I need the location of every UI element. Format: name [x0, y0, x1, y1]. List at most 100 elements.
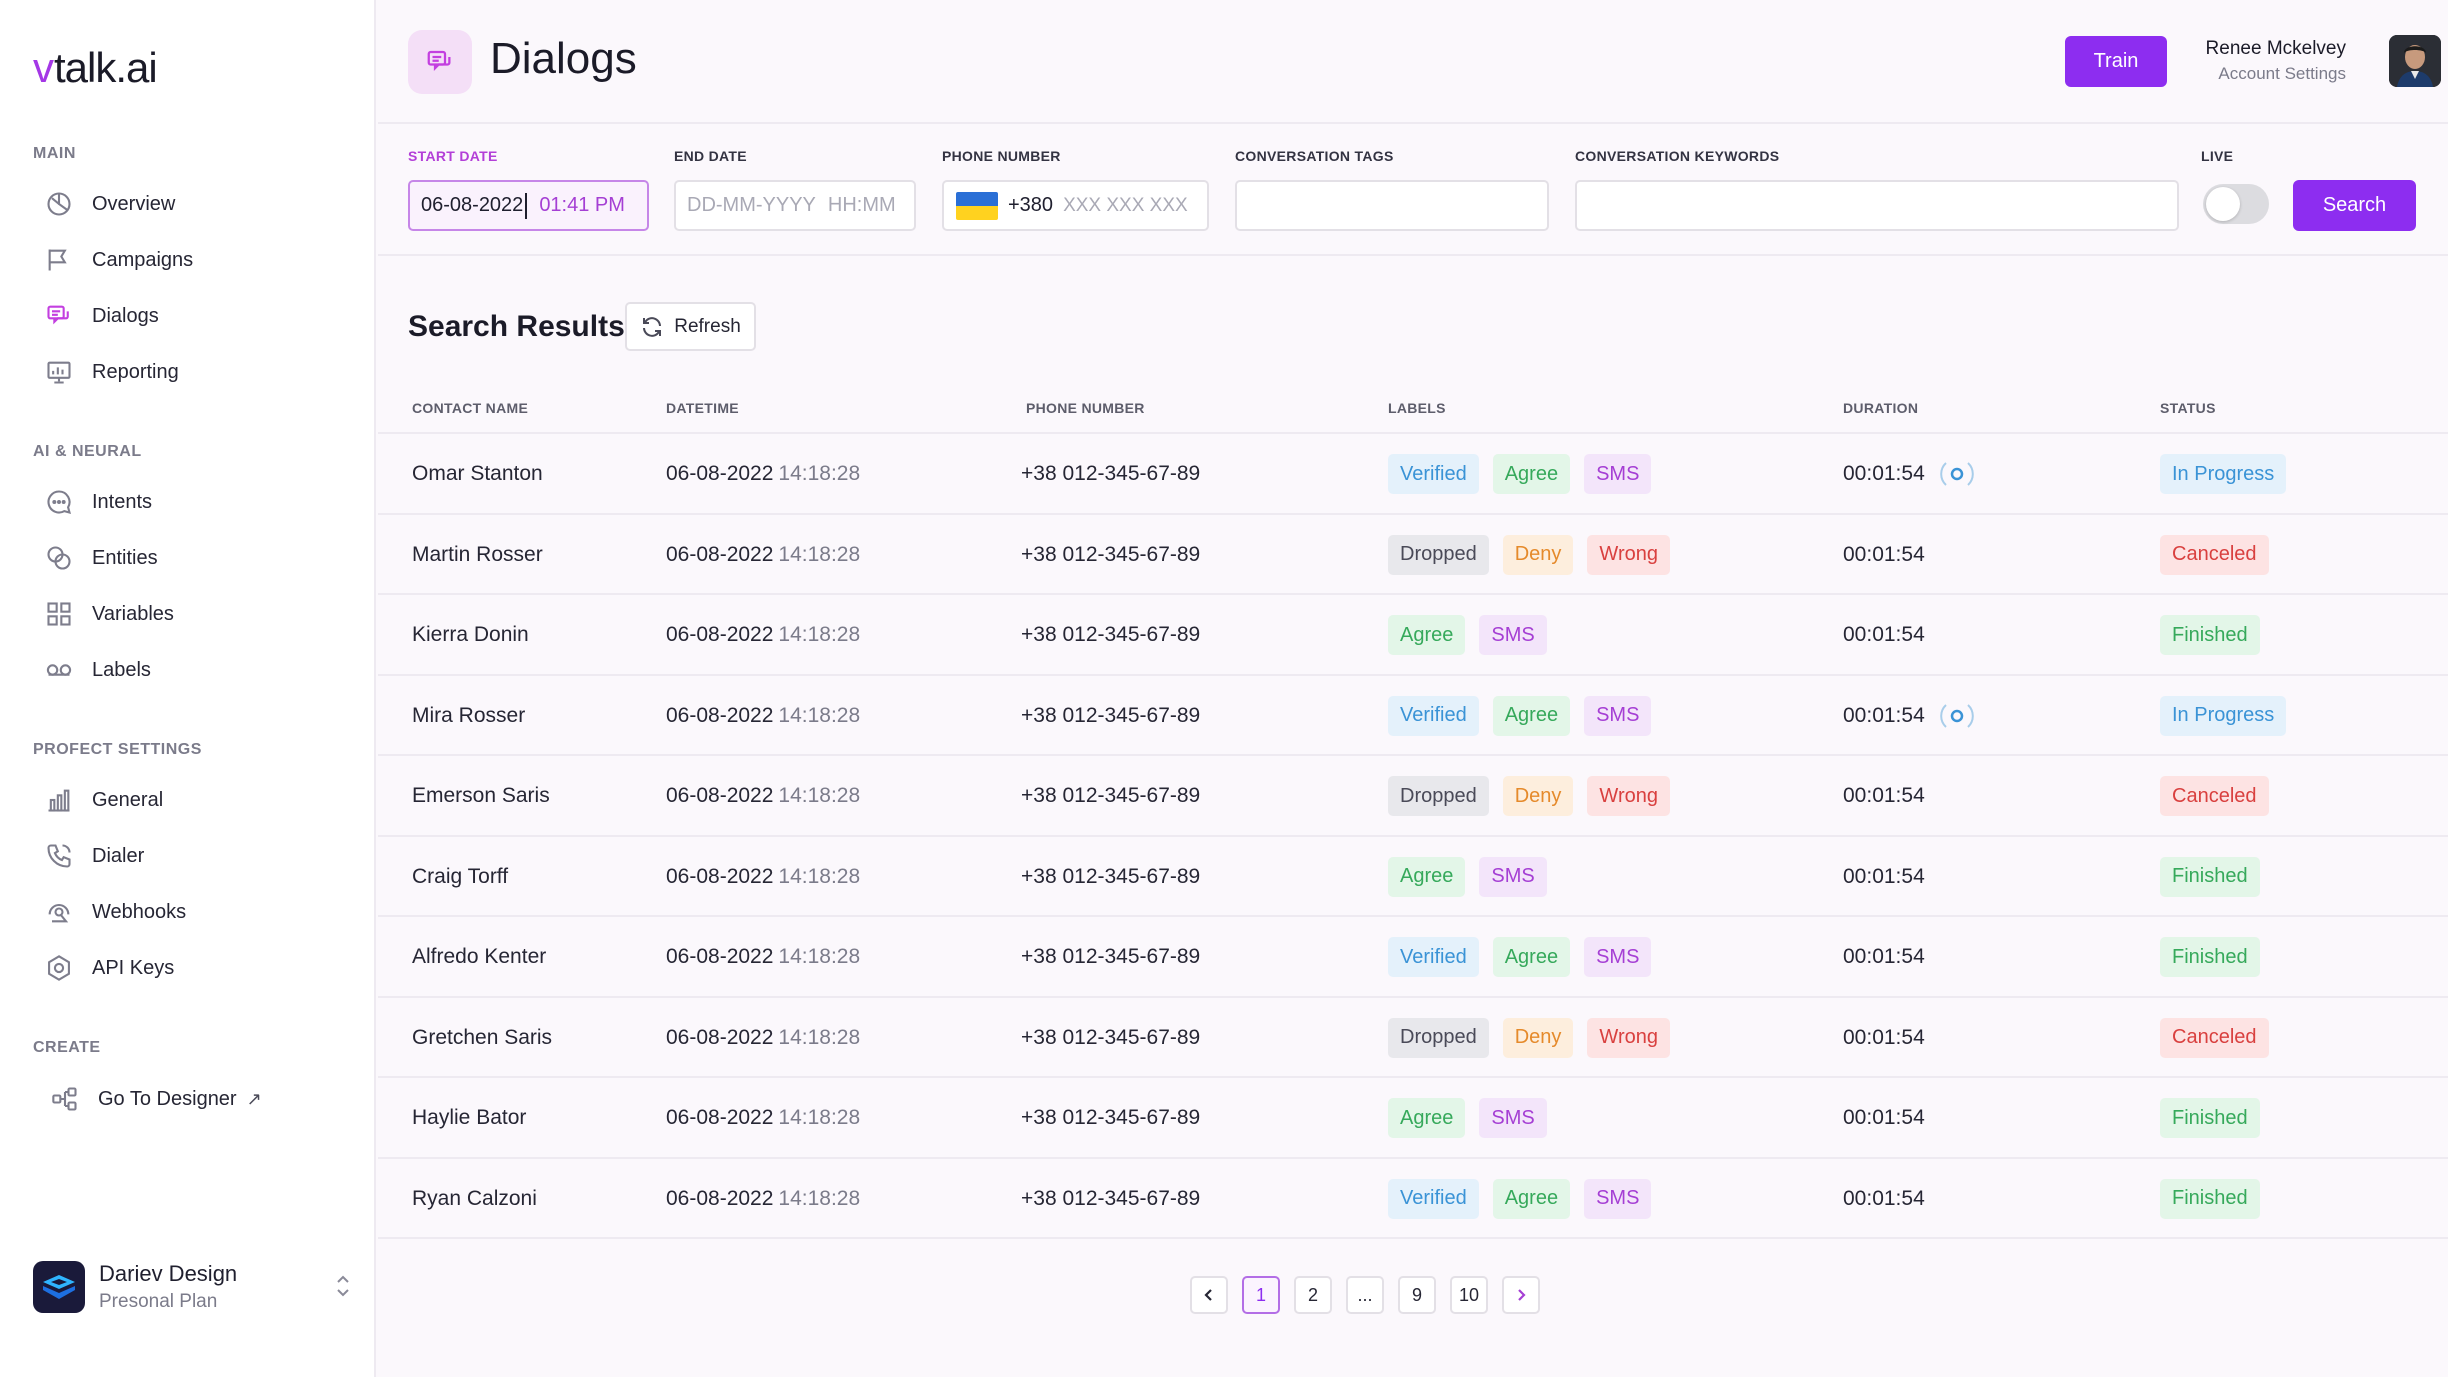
avatar[interactable]	[2389, 35, 2441, 87]
start-date-value: 06-08-2022	[421, 194, 524, 216]
labels: Agree SMS	[1388, 595, 1561, 675]
status-badge: In Progress	[2160, 454, 2287, 494]
column-header-labels[interactable]: LABELS	[1388, 400, 1446, 416]
phone-number: +38 012-345-67-89	[1021, 945, 1201, 968]
user-name[interactable]: Renee Mckelvey	[2206, 38, 2346, 60]
page-button-2[interactable]: 2	[1294, 1276, 1332, 1314]
label-tag-agree: Agree	[1492, 1178, 1571, 1219]
end-time-placeholder: HH:MM	[827, 194, 896, 216]
duration: 00:01:54	[1843, 837, 1925, 917]
table-row[interactable]: Mira Rosser 06-08-2022 14:18:28 +38 012-345…	[378, 676, 2448, 756]
column-header-duration[interactable]: DURATION	[1843, 400, 1918, 416]
duration: 00:01:54	[1843, 756, 1925, 836]
table-header: CONTACT NAME DATETIME PHONE NUMBER LABEL…	[378, 392, 2448, 434]
workspace-info: Dariev Design Presonal Plan	[99, 1261, 237, 1313]
workspace-switcher[interactable]: Dariev Design Presonal Plan	[33, 1257, 353, 1317]
chevron-up-down-icon[interactable]	[333, 1271, 353, 1301]
column-header-contact-name[interactable]: CONTACT NAME	[412, 400, 528, 416]
sidebar-item-campaigns[interactable]: Campaigns	[44, 240, 193, 280]
sidebar-item-entities[interactable]: Entities	[44, 538, 158, 578]
next-page-button[interactable]	[1502, 1276, 1540, 1314]
phone-number-field[interactable]: +380 XXX XXX XXX	[942, 180, 1209, 231]
account-settings-link[interactable]: Account Settings	[2218, 64, 2346, 84]
sidebar-item-api-keys[interactable]: API Keys	[44, 948, 174, 988]
datetime: 06-08-2022 14:18:28	[666, 434, 860, 514]
sidebar-item-label: Overview	[92, 192, 176, 215]
train-button[interactable]: Train	[2065, 36, 2167, 87]
sidebar-item-dialogs[interactable]: Dialogs	[44, 296, 159, 336]
logo-mark: v	[33, 44, 54, 91]
sidebar-item-label: API Keys	[92, 956, 175, 979]
campaigns-icon	[44, 245, 74, 275]
sidebar-item-go-to-designer[interactable]: Go To Designer ↗	[50, 1079, 262, 1119]
table-row[interactable]: Craig Torff 06-08-2022 14:18:28 +38 012-345…	[378, 837, 2448, 917]
sidebar-item-labels[interactable]: Labels	[44, 650, 151, 690]
start-date-field[interactable]: 06-08-2022 01:41 PM	[408, 180, 649, 231]
external-link-icon: ↗	[246, 1088, 262, 1109]
country-code: +380	[1008, 194, 1054, 216]
label-tag-dropped: Dropped	[1388, 776, 1489, 816]
sidebar-item-intents[interactable]: Intents	[44, 482, 152, 522]
page-button-10[interactable]: 10	[1450, 1276, 1488, 1314]
table-row[interactable]: Gretchen Saris 06-08-2022 14:18:28 +38 012-…	[378, 998, 2448, 1078]
phone-number: +38 012-345-67-89	[1021, 784, 1201, 807]
status-badge: Canceled	[2160, 534, 2269, 575]
sidebar-item-variables[interactable]: Variables	[44, 594, 174, 634]
contact-name: Haylie Bator	[412, 1106, 527, 1129]
labels: Agree SMS	[1388, 837, 1561, 917]
page-button-9[interactable]: 9	[1398, 1276, 1436, 1314]
contact-name: Mira Rosser	[412, 703, 526, 727]
search-button[interactable]: Search	[2293, 180, 2416, 231]
contact-name: Gretchen Saris	[412, 1025, 553, 1049]
ukraine-flag-icon[interactable]	[956, 191, 998, 220]
phone-number: +38 012-345-67-89	[1021, 1025, 1201, 1049]
label-tag-verified: Verified	[1388, 1178, 1479, 1219]
column-header-phone-number[interactable]: PHONE NUMBER	[1026, 400, 1145, 416]
sidebar-item-dialer[interactable]: Dialer	[44, 836, 144, 876]
conversation-keywords-input[interactable]	[1575, 180, 2179, 231]
sidebar-item-reporting[interactable]: Reporting	[44, 352, 179, 392]
duration: 00:01:54	[1843, 515, 1925, 595]
label-tag-sms: SMS	[1584, 937, 1652, 977]
brand-logo[interactable]: v talk.ai	[33, 44, 158, 92]
end-date-field[interactable]: DD-MM-YYYY HH:MM	[674, 180, 916, 231]
refresh-button[interactable]: Refresh	[625, 302, 756, 351]
live-broadcast-icon[interactable]	[1937, 459, 1977, 489]
status: In Progress	[2160, 434, 2287, 514]
table-row[interactable]: Martin Rosser 06-08-2022 14:18:28 +38 012-3…	[378, 515, 2448, 595]
sidebar-item-overview[interactable]: Overview	[44, 184, 175, 224]
label-tag-dropped: Dropped	[1388, 534, 1489, 575]
datetime: 06-08-2022 14:18:28	[666, 676, 860, 756]
duration-value: 00:01:54	[1843, 784, 1925, 807]
table-row[interactable]: Alfredo Kenter 06-08-2022 14:18:28 +38 012-…	[378, 917, 2448, 998]
column-header-status[interactable]: STATUS	[2160, 400, 2216, 416]
page-button-1[interactable]: 1	[1242, 1276, 1280, 1314]
table-row[interactable]: Haylie Bator 06-08-2022 14:18:28 +38 012-34…	[378, 1078, 2448, 1159]
conversation-tags-input[interactable]	[1235, 180, 1549, 231]
table-row[interactable]: Emerson Saris 06-08-2022 14:18:28 +38 012-3…	[378, 756, 2448, 837]
label-tag-agree: Agree	[1388, 856, 1466, 897]
live-broadcast-icon[interactable]	[1937, 701, 1977, 731]
status-badge: Canceled	[2160, 776, 2269, 816]
date: 06-08-2022	[666, 864, 774, 888]
live-toggle[interactable]	[2203, 184, 2269, 224]
sidebar-item-webhooks[interactable]: Webhooks	[44, 892, 186, 932]
status: Finished	[2160, 595, 2260, 675]
label-tag-deny: Deny	[1502, 534, 1574, 575]
status-badge: In Progress	[2160, 695, 2287, 736]
api-keys-icon	[44, 953, 74, 983]
prev-page-button[interactable]	[1190, 1276, 1228, 1314]
datetime: 06-08-2022 14:18:28	[666, 998, 860, 1078]
dialogs-title-icon	[408, 30, 472, 94]
label-tag-wrong: Wrong	[1587, 776, 1670, 816]
dialer-icon	[44, 841, 74, 871]
contact-name: Martin Rosser	[412, 542, 543, 566]
table-row[interactable]: Ryan Calzoni 06-08-2022 14:18:28 +38 012-34…	[378, 1159, 2448, 1239]
sidebar-item-general[interactable]: General	[44, 780, 163, 820]
column-header-datetime[interactable]: DATETIME	[666, 400, 739, 416]
status-badge: Finished	[2160, 615, 2260, 655]
table-row[interactable]: Omar Stanton 06-08-2022 14:18:28 +38 012-34…	[378, 434, 2448, 515]
status-badge: Finished	[2160, 856, 2260, 897]
duration-value: 00:01:54	[1843, 623, 1925, 646]
table-row[interactable]: Kierra Donin 06-08-2022 14:18:28 +38 012-34…	[378, 595, 2448, 676]
